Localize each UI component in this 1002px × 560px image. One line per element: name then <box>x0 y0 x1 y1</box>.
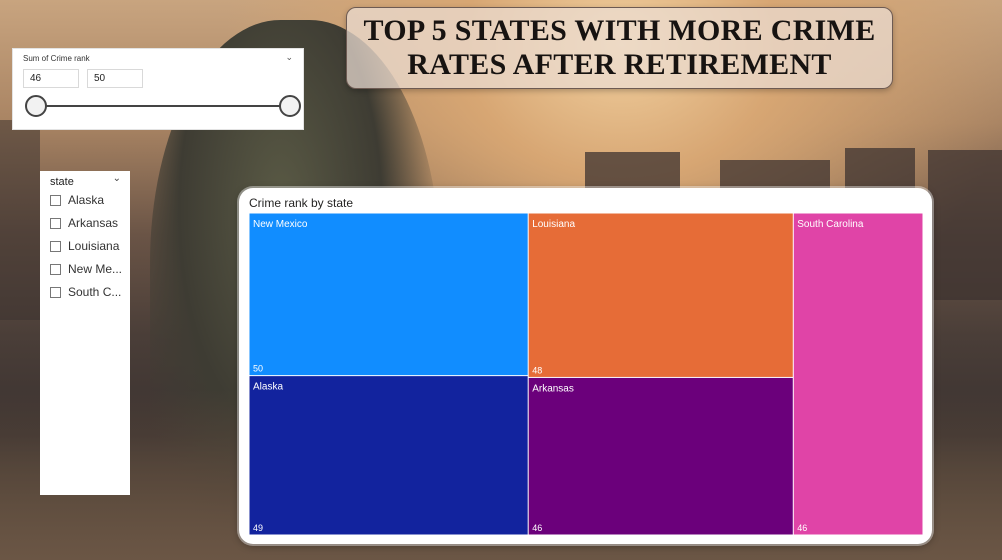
state-slicer-item-label: Arkansas <box>68 216 119 230</box>
treemap-tile-label: New Mexico <box>253 219 308 230</box>
background-ruin <box>585 152 680 192</box>
range-slider-track[interactable] <box>35 105 289 107</box>
treemap-tile-value: 48 <box>532 365 542 375</box>
state-slicer-item-label: South C... <box>68 285 122 299</box>
state-slicer[interactable]: state ⌄ Alaska Arkansas Louisiana New Me… <box>40 171 130 495</box>
treemap-tile-new-mexico[interactable]: New Mexico 50 <box>249 213 528 376</box>
treemap-rect-louisiana[interactable] <box>528 213 793 377</box>
state-slicer-title: state <box>50 176 74 188</box>
background-ruin <box>928 150 1002 300</box>
treemap-tile-label: Arkansas <box>532 383 574 394</box>
crime-rank-treemap[interactable]: New Mexico 50 Alaska 49 Louisiana 48 Arkansas 4… <box>249 213 923 535</box>
treemap-tile-south-carolina[interactable]: South Carolina 46 <box>793 213 923 535</box>
treemap-tile-arkansas[interactable]: Arkansas 46 <box>528 377 793 535</box>
treemap-tile-value: 46 <box>532 523 542 533</box>
treemap-tile-alaska[interactable]: Alaska 49 <box>249 376 528 535</box>
state-slicer-item[interactable]: South C... <box>50 284 128 300</box>
state-slicer-item[interactable]: Arkansas <box>50 215 128 231</box>
treemap-title: Crime rank by state <box>249 196 354 210</box>
range-min-handle[interactable] <box>25 95 47 117</box>
treemap-tile-louisiana[interactable]: Louisiana 48 <box>528 213 793 377</box>
range-max-handle[interactable] <box>279 95 301 117</box>
state-slicer-item-label: Alaska <box>68 193 105 207</box>
state-slicer-item[interactable]: Alaska <box>50 192 128 208</box>
chevron-down-icon[interactable]: ⌄ <box>285 52 293 63</box>
checkbox[interactable] <box>50 286 61 298</box>
state-slicer-item[interactable]: New Me... <box>50 261 128 277</box>
treemap-rect-new-mexico[interactable] <box>249 213 528 376</box>
treemap-rect-arkansas[interactable] <box>528 377 793 535</box>
treemap-tile-label: Louisiana <box>532 219 575 230</box>
range-slicer-title: Sum of Crime rank <box>23 54 90 63</box>
state-slicer-item[interactable]: Louisiana <box>50 238 128 254</box>
treemap-card: Crime rank by state New Mexico 50 Alaska 49… <box>239 188 932 544</box>
treemap-rect-alaska[interactable] <box>249 376 528 535</box>
checkbox[interactable] <box>50 263 61 275</box>
treemap-tile-value: 50 <box>253 364 263 374</box>
state-slicer-item-label: New Me... <box>68 262 123 276</box>
checkbox[interactable] <box>50 194 61 206</box>
background-ruin <box>0 120 40 320</box>
checkbox[interactable] <box>50 217 61 229</box>
treemap-tile-label: South Carolina <box>797 219 864 230</box>
crime-rank-range-slicer[interactable]: Sum of Crime rank ⌄ 46 50 <box>12 48 304 130</box>
background-ruin <box>845 148 915 192</box>
chevron-down-icon[interactable]: ⌄ <box>113 173 121 184</box>
treemap-rect-south-carolina[interactable] <box>793 213 923 535</box>
range-min-input[interactable]: 46 <box>23 69 79 88</box>
range-max-input[interactable]: 50 <box>87 69 143 88</box>
state-slicer-item-label: Louisiana <box>68 239 120 253</box>
treemap-tile-label: Alaska <box>253 382 283 393</box>
report-title-box: TOP 5 STATES WITH MORE CRIME RATES AFTER… <box>346 7 893 89</box>
report-title: TOP 5 STATES WITH MORE CRIME RATES AFTER… <box>363 14 876 81</box>
treemap-tile-value: 49 <box>253 523 263 533</box>
treemap-tile-value: 46 <box>797 523 807 533</box>
checkbox[interactable] <box>50 240 61 252</box>
